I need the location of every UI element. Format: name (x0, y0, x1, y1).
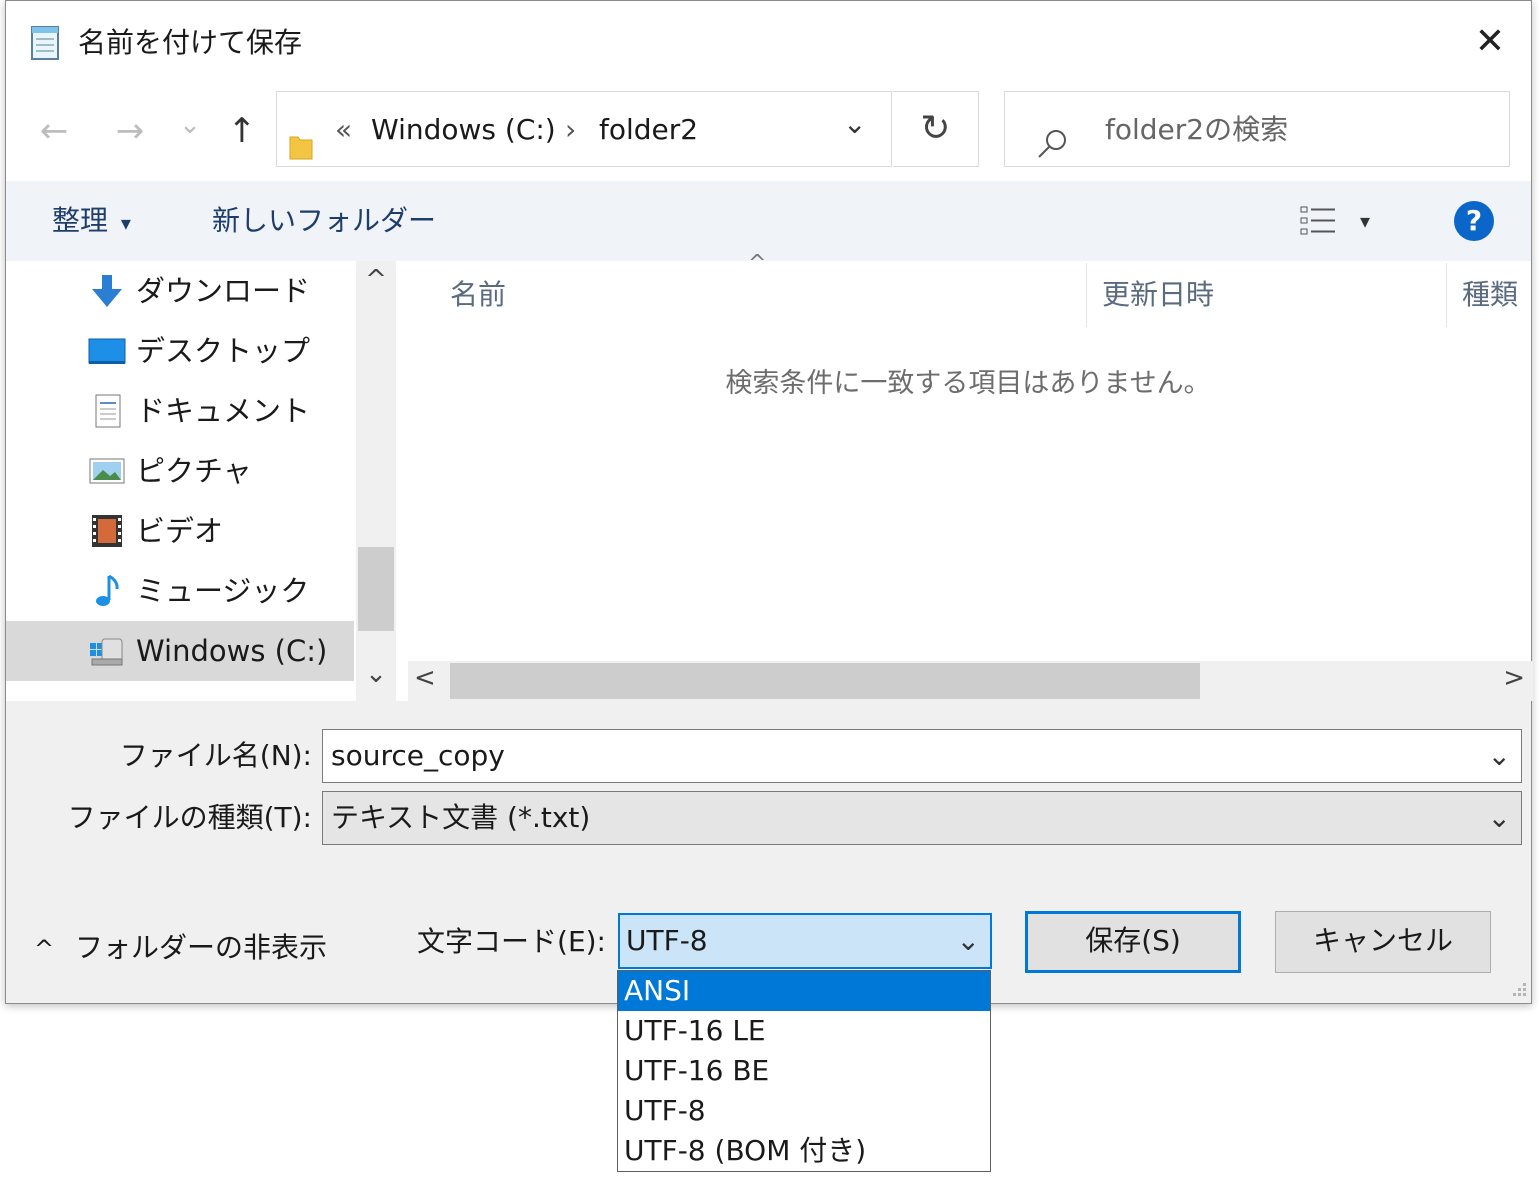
encoding-option-utf16le[interactable]: UTF-16 LE (618, 1011, 990, 1051)
view-options-caret-icon[interactable]: ▾ (1360, 181, 1370, 261)
address-bar[interactable]: « Windows (C:) › folder2 ⌄ (276, 91, 892, 167)
search-placeholder: folder2の検索 (1105, 113, 1289, 146)
scroll-down-icon[interactable]: ⌄ (356, 659, 396, 689)
music-icon (88, 573, 126, 609)
save-options-panel: ファイル名(N): source_copy ⌄ ファイルの種類(T): テキスト… (6, 701, 1531, 1003)
save-button[interactable]: 保存(S) (1025, 911, 1241, 973)
filename-input[interactable]: source_copy (331, 730, 505, 782)
nav-item-documents[interactable]: ドキュメント (6, 381, 354, 441)
chevron-down-icon[interactable]: ⌄ (1488, 792, 1511, 844)
encoding-select[interactable]: UTF-8 ⌄ (618, 913, 992, 969)
nav-item-music[interactable]: ミュージック (6, 561, 354, 621)
encoding-option-utf8-bom[interactable]: UTF-8 (BOM 付き) (618, 1131, 990, 1171)
nav-item-label: デスクトップ (136, 334, 311, 368)
nav-item-downloads[interactable]: ダウンロード (6, 261, 354, 321)
column-header-modified[interactable]: 更新日時 (1102, 265, 1214, 325)
window-title: 名前を付けて保存 (78, 26, 303, 59)
encoding-option-utf8[interactable]: UTF-8 (618, 1091, 990, 1131)
organize-label: 整理 (52, 204, 109, 237)
chevron-up-icon: ^ (34, 935, 55, 963)
nav-item-label: ビデオ (136, 514, 224, 548)
filetype-value: テキスト文書 (*.txt) (331, 801, 591, 834)
videos-icon (88, 513, 126, 549)
folder-icon (289, 114, 313, 160)
filelist-scrollbar[interactable]: < > (408, 661, 1533, 701)
nav-item-pictures[interactable]: ピクチャ (6, 441, 354, 501)
download-icon (88, 273, 126, 309)
organize-caret-icon: ▾ (120, 211, 131, 235)
view-details-icon[interactable] (1300, 205, 1336, 237)
notepad-icon (28, 23, 62, 61)
nav-item-desktop[interactable]: デスクトップ (6, 321, 354, 381)
filename-label: ファイル名(N): (119, 739, 312, 772)
scroll-up-icon[interactable]: ^ (356, 265, 396, 295)
organize-button[interactable]: 整理 ▾ (52, 181, 131, 263)
navpane-scroll-thumb[interactable] (358, 547, 394, 631)
up-button[interactable]: ↑ (218, 107, 266, 155)
encoding-value: UTF-8 (626, 924, 708, 957)
breadcrumb-windows-c[interactable]: Windows (C:) (371, 92, 556, 168)
nav-item-label: ピクチャ (136, 454, 252, 488)
column-separator[interactable] (1446, 263, 1447, 327)
filetype-label: ファイルの種類(T): (67, 801, 312, 834)
nav-item-windows-c[interactable]: Windows (C:) (6, 621, 354, 681)
nav-item-videos[interactable]: ビデオ (6, 501, 354, 561)
recent-locations-button[interactable]: ⌄ (170, 101, 210, 149)
encoding-option-ansi[interactable]: ANSI (618, 971, 990, 1011)
hide-folders-button[interactable]: ^ フォルダーの非表示 (34, 921, 327, 976)
sort-ascending-icon: ^ (748, 251, 767, 276)
address-dropdown-icon[interactable]: ⌄ (843, 86, 866, 162)
documents-icon (88, 393, 126, 429)
chevron-down-icon[interactable]: ⌄ (1488, 730, 1511, 782)
drive-icon (88, 633, 126, 669)
address-overflow-icon[interactable]: « (335, 92, 352, 168)
back-button[interactable]: ← (30, 107, 78, 155)
chevron-down-icon[interactable]: ⌄ (957, 915, 980, 967)
help-button[interactable]: ? (1454, 201, 1494, 241)
search-icon (1035, 116, 1071, 158)
breadcrumb-separator-icon[interactable]: › (565, 92, 576, 168)
nav-item-label: ダウンロード (136, 274, 311, 308)
nav-item-label: Windows (C:) (136, 634, 328, 668)
scroll-left-icon[interactable]: < (414, 663, 436, 693)
navpane-scrollbar[interactable]: ^ ⌄ (356, 261, 396, 701)
close-button[interactable]: ✕ (1467, 19, 1513, 65)
desktop-icon (88, 333, 126, 369)
resize-grip-icon[interactable] (1507, 979, 1527, 999)
encoding-label: 文字コード(E): (417, 925, 606, 958)
nav-item-label: ドキュメント (136, 394, 311, 428)
filetype-select[interactable]: テキスト文書 (*.txt) ⌄ (322, 791, 1522, 845)
new-folder-button[interactable]: 新しいフォルダー (212, 181, 436, 261)
hide-folders-label: フォルダーの非表示 (75, 931, 328, 964)
filename-combobox[interactable]: source_copy ⌄ (322, 729, 1522, 783)
cancel-button[interactable]: キャンセル (1275, 911, 1491, 973)
column-separator[interactable] (1086, 263, 1087, 327)
refresh-button[interactable]: ↻ (893, 91, 979, 167)
column-header-name[interactable]: 名前 (450, 265, 506, 325)
scroll-right-icon[interactable]: > (1503, 663, 1525, 693)
encoding-option-utf16be[interactable]: UTF-16 BE (618, 1051, 990, 1091)
empty-list-message: 検索条件に一致する項目はありません。 (725, 368, 1211, 399)
column-header-type[interactable]: 種類 (1462, 265, 1518, 325)
nav-item-label: ミュージック (136, 574, 310, 608)
navigation-pane: ダウンロード デスクトップ ドキュメント ピクチャ ビデオ ミュージック Win… (6, 261, 356, 701)
breadcrumb-folder2[interactable]: folder2 (599, 92, 698, 168)
search-box[interactable]: folder2の検索 (1004, 91, 1510, 167)
save-as-dialog: 名前を付けて保存 ✕ ← → ⌄ ↑ « Windows (C:) › fold… (5, 0, 1533, 1004)
filelist-scroll-thumb[interactable] (450, 663, 1200, 699)
encoding-dropdown-list: ANSI UTF-16 LE UTF-16 BE UTF-8 UTF-8 (BO… (617, 970, 991, 1172)
forward-button[interactable]: → (106, 107, 154, 155)
command-bar: 整理 ▾ 新しいフォルダー ▾ ? (6, 181, 1531, 261)
pictures-icon (88, 453, 126, 489)
